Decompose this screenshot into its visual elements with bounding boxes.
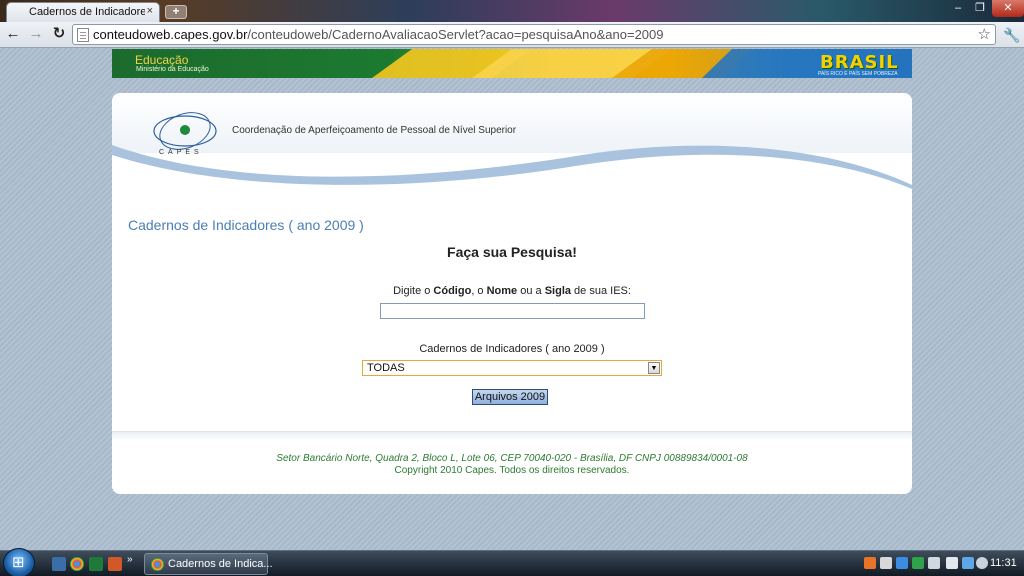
banner-stripes xyxy=(372,49,912,78)
taskbar-clock[interactable]: 11:31 xyxy=(990,557,1017,569)
organization-name: Coordenação de Aperfeiçoamento de Pessoa… xyxy=(232,125,517,136)
tray-device-icon[interactable] xyxy=(928,557,940,569)
search-label-part: de sua IES: xyxy=(571,285,631,297)
cadernos-select[interactable]: TODAS ▼ xyxy=(362,360,662,376)
back-arrow-icon[interactable]: ← xyxy=(5,26,21,42)
brasil-tagline: PAÍS RICO É PAÍS SEM POBREZA xyxy=(818,71,898,77)
search-label-part: , o xyxy=(471,285,487,297)
network-icon[interactable] xyxy=(962,557,974,569)
tray-security-icon[interactable] xyxy=(912,557,924,569)
search-label-sigla: Sigla xyxy=(544,285,571,297)
arquivos-button[interactable]: Arquivos 2009 xyxy=(472,389,548,405)
address-bar[interactable]: conteudoweb.capes.gov.br/conteudoweb/Cad… xyxy=(72,24,996,45)
tray-display-icon[interactable] xyxy=(946,557,958,569)
excel-icon[interactable] xyxy=(89,557,103,571)
tray-tools-icon[interactable] xyxy=(880,557,892,569)
tray-network-icon[interactable] xyxy=(896,557,908,569)
chrome-icon[interactable] xyxy=(70,557,84,571)
bookmark-star-icon[interactable]: ☆ xyxy=(978,25,991,43)
search-label: Digite o Código, o Nome ou a Sigla de su… xyxy=(112,285,912,297)
minimize-button[interactable]: – xyxy=(947,0,969,17)
footer-copyright: Copyright 2010 Capes. Todos os direitos … xyxy=(394,465,630,476)
quicklaunch-more-icon[interactable]: » xyxy=(127,554,133,565)
taskbar-browser-item[interactable]: Cadernos de Indica... xyxy=(144,553,273,575)
tab-title: Cadernos de Indicadores ( a xyxy=(29,6,145,18)
search-label-codigo: Código xyxy=(433,285,472,297)
system-tray xyxy=(862,556,988,572)
search-label-nome: Nome xyxy=(486,285,518,297)
chevron-down-icon[interactable]: ▼ xyxy=(648,362,660,374)
window-titlebar: Cadernos de Indicadores ( a × + – ❐ ✕ xyxy=(0,0,1024,22)
windows-taskbar: » Cadernos de Indica... 11:31 xyxy=(0,548,1024,576)
show-desktop-icon[interactable] xyxy=(52,557,66,571)
url-host: conteudoweb.capes.gov.br xyxy=(93,27,248,42)
capes-logo-text: CAPES xyxy=(159,149,203,156)
tray-app-icon[interactable] xyxy=(864,557,876,569)
powerpoint-icon[interactable] xyxy=(108,557,122,571)
url-path: /conteudoweb/CadernoAvaliacaoServlet?aca… xyxy=(247,27,664,42)
close-window-button[interactable]: ✕ xyxy=(992,0,1024,17)
brasil-logo[interactable]: BRASIL xyxy=(820,52,899,73)
search-label-part: ou a xyxy=(517,285,545,297)
page-icon xyxy=(77,28,89,42)
page-title: Cadernos de Indicadores ( ano 2009 ) xyxy=(128,217,364,233)
search-label-part: Digite o xyxy=(393,285,434,297)
government-banner: Educação Ministério da Educação BRASIL P… xyxy=(112,49,912,78)
start-button[interactable] xyxy=(3,548,35,576)
gov-subtitle: Ministério da Educação xyxy=(136,66,209,73)
url-text[interactable]: conteudoweb.capes.gov.br/conteudoweb/Cad… xyxy=(93,27,664,42)
search-heading: Faça sua Pesquisa! xyxy=(447,244,577,260)
tab-close-icon[interactable]: × xyxy=(147,5,153,17)
maximize-button[interactable]: ❐ xyxy=(969,0,991,17)
chrome-icon xyxy=(151,558,164,571)
reload-icon[interactable]: ↻ xyxy=(51,26,67,42)
footer-divider xyxy=(112,431,912,441)
browser-tab[interactable]: Cadernos de Indicadores ( a × xyxy=(6,2,160,22)
taskbar-item-label: Cadernos de Indica... xyxy=(168,558,273,570)
forward-arrow-icon[interactable]: → xyxy=(28,26,44,42)
select-value: TODAS xyxy=(367,362,405,374)
header-wave xyxy=(112,93,912,189)
footer-address: Setor Bancário Norte, Quadra 2, Bloco L,… xyxy=(276,453,748,464)
volume-icon[interactable] xyxy=(976,557,988,569)
browser-toolbar: ← → ↻ conteudoweb.capes.gov.br/conteudow… xyxy=(0,22,1024,48)
select-label: Cadernos de Indicadores ( ano 2009 ) xyxy=(419,343,605,355)
gov-title[interactable]: Educação xyxy=(135,53,188,67)
ies-search-input[interactable] xyxy=(380,303,645,319)
content-panel: CAPES Coordenação de Aperfeiçoamento de … xyxy=(112,93,912,494)
page-header: CAPES Coordenação de Aperfeiçoamento de … xyxy=(112,93,912,193)
wrench-menu-icon[interactable]: 🔧 xyxy=(1003,27,1020,44)
new-tab-button[interactable]: + xyxy=(165,5,187,19)
